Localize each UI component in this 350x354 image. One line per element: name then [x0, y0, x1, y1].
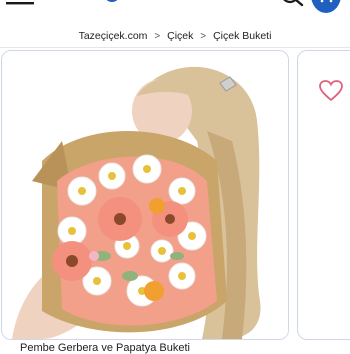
heart-icon[interactable]: [318, 79, 344, 103]
header-divider: [0, 47, 350, 48]
site-logo[interactable]: [100, 0, 260, 16]
product-name[interactable]: Pembe Gerbera ve Papatya Buketi: [20, 342, 190, 354]
breadcrumb-item-cicek[interactable]: Çiçek: [167, 30, 193, 42]
search-icon[interactable]: [281, 0, 305, 12]
product-image[interactable]: [2, 51, 288, 339]
site-header: [0, 0, 350, 22]
hamburger-menu-icon[interactable]: [6, 2, 34, 10]
breadcrumb-separator: >: [200, 30, 207, 42]
breadcrumb: Tazeçiçek.com > Çiçek > Çiçek Buketi: [0, 30, 350, 48]
breadcrumb-item-cicek-buketi[interactable]: Çiçek Buketi: [213, 30, 271, 42]
breadcrumb-item-home[interactable]: Tazeçiçek.com: [79, 30, 148, 42]
next-product-card[interactable]: [297, 50, 350, 340]
product-card[interactable]: [1, 50, 289, 340]
cart-button[interactable]: [311, 0, 341, 15]
breadcrumb-separator: >: [154, 30, 161, 42]
